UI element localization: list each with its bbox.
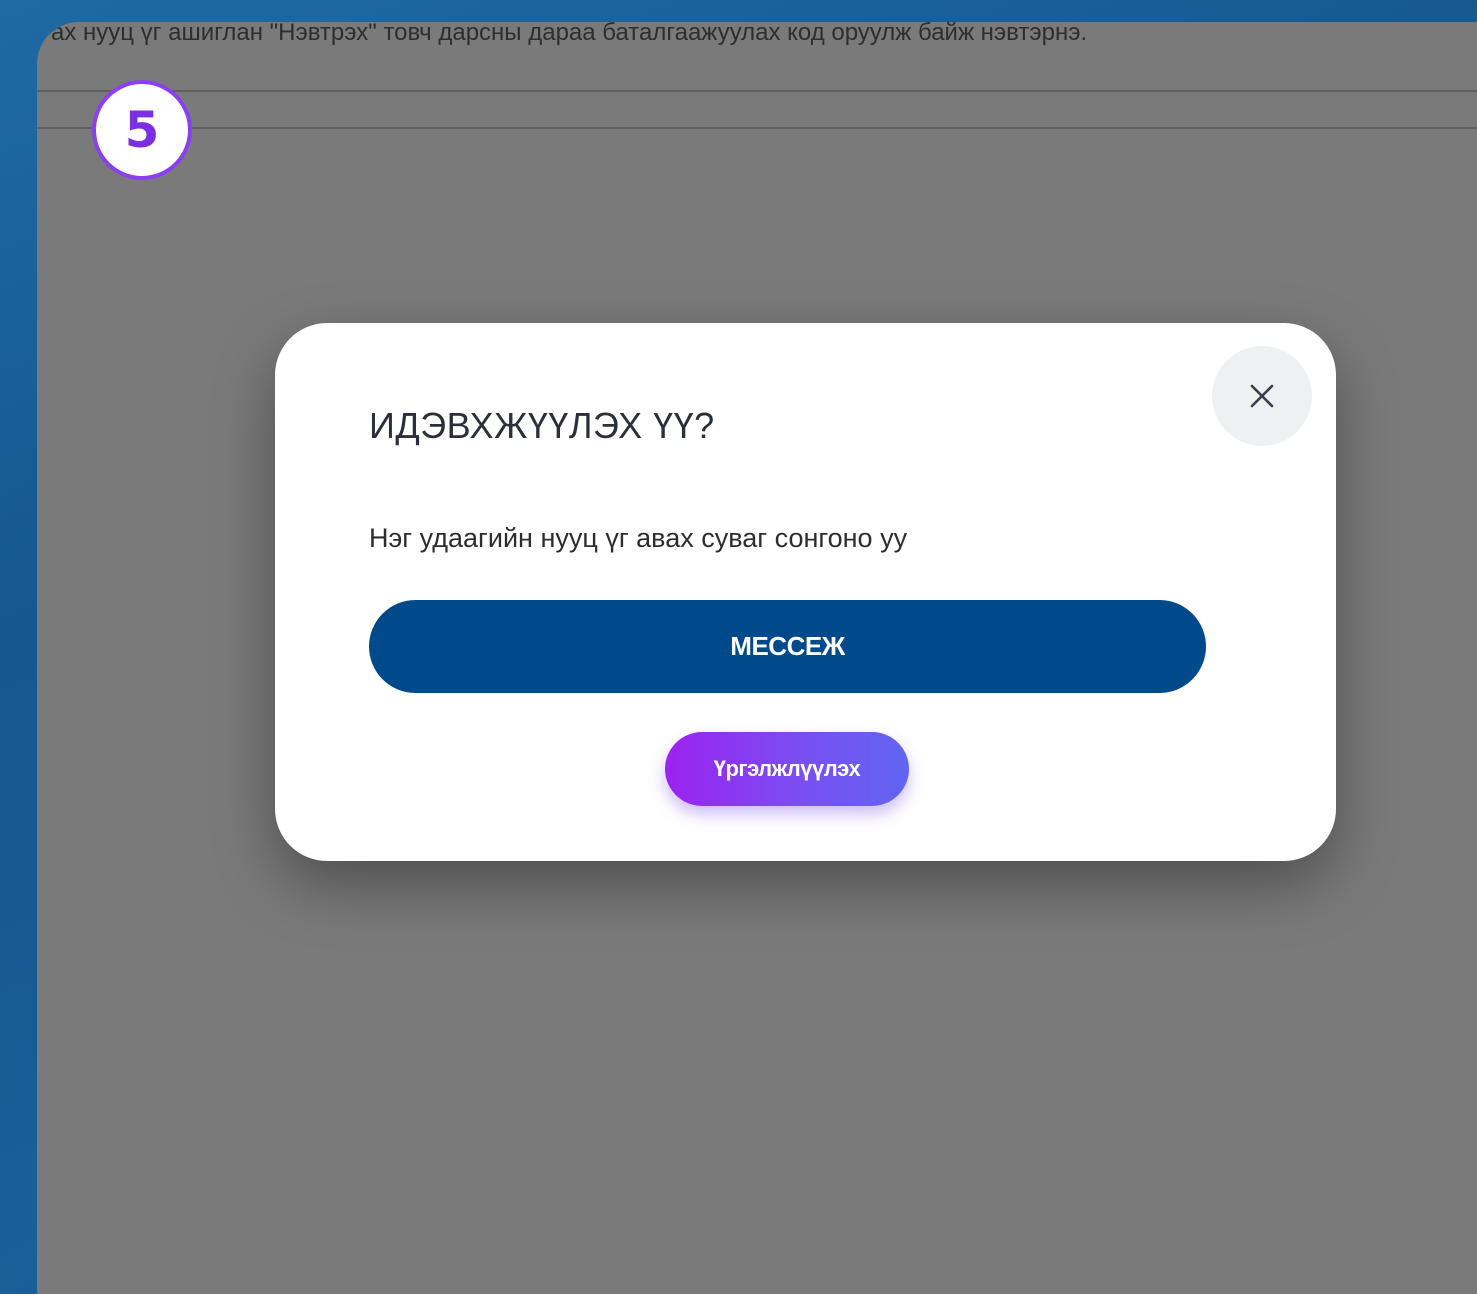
divider-line xyxy=(37,90,1477,92)
close-icon xyxy=(1250,384,1274,408)
background-instruction-text: ах нууц үг ашиглан "Нэвтрэх" товч дарсны… xyxy=(51,22,1088,46)
continue-button[interactable]: Үргэлжлүүлэх xyxy=(665,732,909,806)
dialog-title: ИДЭВХЖҮҮЛЭХ ҮҮ? xyxy=(369,405,715,446)
divider-line xyxy=(37,127,1477,129)
activation-dialog: ИДЭВХЖҮҮЛЭХ ҮҮ? Нэг удаагийн нууц үг ава… xyxy=(275,323,1336,861)
close-button[interactable] xyxy=(1212,346,1312,446)
sms-channel-button[interactable]: МЕССЕЖ xyxy=(369,600,1206,693)
step-number-badge: 5 xyxy=(92,80,192,180)
dialog-description: Нэг удаагийн нууц үг авах суваг сонгоно … xyxy=(369,523,908,553)
